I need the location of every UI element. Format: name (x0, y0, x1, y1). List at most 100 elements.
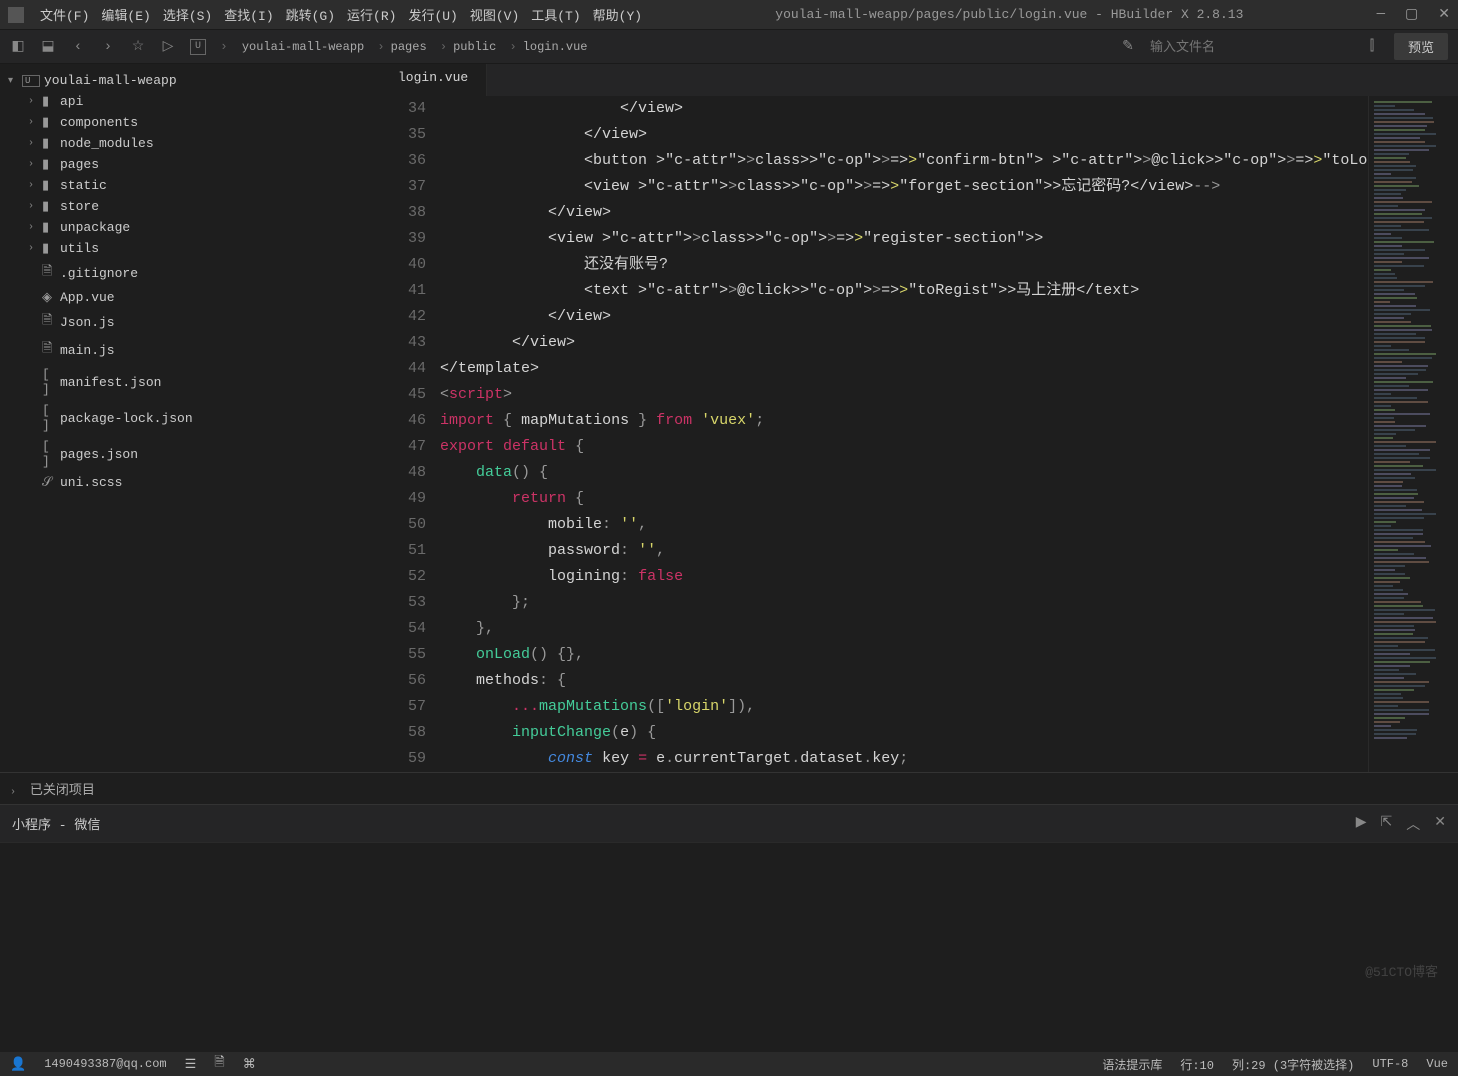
minimap[interactable] (1368, 96, 1458, 772)
console-title: 小程序 - 微信 (12, 814, 1356, 833)
closed-projects-section[interactable]: › 已关闭项目 (0, 772, 1458, 804)
menu-run[interactable]: 运行(R) (347, 5, 396, 24)
status-bar: 👤 1490493387@qq.com ☰ 🗎 ⌘ 语法提示库 行:10 列:2… (0, 1052, 1458, 1076)
folder-store[interactable]: ›▮store (0, 196, 380, 217)
filter-icon[interactable]: ⫿ (1364, 39, 1380, 55)
title-bar: 文件(F) 编辑(E) 选择(S) 查找(I) 跳转(G) 运行(R) 发行(U… (0, 0, 1458, 30)
menu-find[interactable]: 查找(I) (224, 5, 273, 24)
file-uni-scss[interactable]: 𝒮uni.scss (0, 472, 380, 493)
console-header: 小程序 - 微信 ▶ ⇱ ︿ ✕ (0, 804, 1458, 842)
maximize-icon[interactable]: ▢ (1405, 6, 1418, 23)
menu-edit[interactable]: 编辑(E) (101, 5, 150, 24)
terminal-icon[interactable]: ⌘ (243, 1057, 256, 1072)
export-icon[interactable]: ⇱ (1381, 814, 1393, 834)
folder-unpackage[interactable]: ›▮unpackage (0, 217, 380, 238)
folder-icon: ▮ (42, 136, 60, 151)
folder-icon: ▮ (42, 178, 60, 193)
close-icon[interactable]: ✕ (1438, 6, 1450, 23)
crumb-public[interactable]: public (453, 40, 517, 54)
toolbar: ◧ ⬓ ‹ › ☆ ▷ U › youlai-mall-weapp pages … (0, 30, 1458, 64)
encoding[interactable]: UTF-8 (1372, 1057, 1408, 1071)
cursor-col[interactable]: 列:29 (3字符被选择) (1232, 1056, 1354, 1073)
new-file-icon[interactable]: ✎ (1120, 39, 1136, 55)
nav-back-icon[interactable]: ‹ (70, 39, 86, 55)
js-icon: 🗎 (42, 339, 60, 361)
watermark: @51CTO博客 (1365, 961, 1438, 980)
folder-static[interactable]: ›▮static (0, 175, 380, 196)
vue-icon: ◈ (42, 290, 60, 305)
file-app-vue[interactable]: ◈App.vue (0, 287, 380, 308)
window-title: youlai-mall-weapp/pages/public/login.vue… (642, 7, 1377, 22)
doc-icon[interactable]: 🗎 (214, 1053, 224, 1075)
json-icon: [ ] (42, 403, 60, 433)
chevron-right-icon: › (10, 787, 16, 798)
language[interactable]: Vue (1426, 1057, 1448, 1071)
folder-pages[interactable]: ›▮pages (0, 154, 380, 175)
panel-bottom-icon[interactable]: ⬓ (40, 39, 56, 55)
user-email[interactable]: 1490493387@qq.com (44, 1057, 166, 1071)
folder-icon: ▮ (42, 199, 60, 214)
folder-utils[interactable]: ›▮utils (0, 238, 380, 259)
project-icon: U (22, 75, 40, 87)
code-content[interactable]: </view> </view> <button >"c-attr">>class… (440, 96, 1368, 772)
crumb-project[interactable]: youlai-mall-weapp (242, 40, 385, 54)
editor-area: login.vue 343536373839404142434445464748… (380, 64, 1458, 772)
file-pages-json[interactable]: [ ]pages.json (0, 436, 380, 472)
file-search-input[interactable] (1150, 39, 1350, 54)
play-icon[interactable]: ▷ (160, 39, 176, 55)
editor-tabs: login.vue (380, 64, 1458, 96)
file-main-js[interactable]: 🗎main.js (0, 336, 380, 364)
preview-button[interactable]: 预览 (1394, 33, 1448, 60)
console-body[interactable] (0, 842, 1458, 1052)
chevron-down-icon: ▾ (8, 75, 22, 87)
file-manifest-json[interactable]: [ ]manifest.json (0, 364, 380, 400)
line-gutter: 3435363738394041424344454647484950515253… (380, 96, 440, 772)
minimize-icon[interactable]: — (1377, 6, 1385, 23)
user-icon[interactable]: 👤 (10, 1057, 26, 1072)
crumb-file[interactable]: login.vue (523, 40, 594, 54)
folder-node-modules[interactable]: ›▮node_modules (0, 133, 380, 154)
menu-file[interactable]: 文件(F) (40, 5, 89, 24)
menu-view[interactable]: 视图(V) (470, 5, 519, 24)
menu-select[interactable]: 选择(S) (163, 5, 212, 24)
star-icon[interactable]: ☆ (130, 39, 146, 55)
app-icon (8, 7, 24, 23)
project-root[interactable]: ▾ U youlai-mall-weapp (0, 70, 380, 91)
file-icon: 🗎 (42, 262, 60, 284)
js-icon: 🗎 (42, 311, 60, 333)
project-name: youlai-mall-weapp (44, 73, 177, 88)
folder-icon: ▮ (42, 94, 60, 109)
breadcrumb[interactable]: youlai-mall-weapp pages public login.vue (242, 40, 594, 54)
nav-forward-icon[interactable]: › (100, 39, 116, 55)
json-icon: [ ] (42, 439, 60, 469)
main-area: ▾ U youlai-mall-weapp ›▮api ›▮components… (0, 64, 1458, 772)
menu-goto[interactable]: 跳转(G) (286, 5, 335, 24)
panel-left-icon[interactable]: ◧ (10, 39, 26, 55)
menu-publish[interactable]: 发行(U) (408, 5, 457, 24)
collapse-icon[interactable]: ︿ (1406, 814, 1420, 834)
scss-icon: 𝒮 (42, 475, 60, 490)
cursor-line[interactable]: 行:10 (1180, 1056, 1214, 1073)
folder-icon: ▮ (42, 241, 60, 256)
folder-api[interactable]: ›▮api (0, 91, 380, 112)
file-package-lock[interactable]: [ ]package-lock.json (0, 400, 380, 436)
play-icon[interactable]: ▶ (1356, 814, 1367, 834)
folder-icon: ▮ (42, 115, 60, 130)
menu-help[interactable]: 帮助(Y) (593, 5, 642, 24)
folder-icon: ▮ (42, 157, 60, 172)
close-panel-icon[interactable]: ✕ (1434, 814, 1446, 834)
crumb-pages[interactable]: pages (391, 40, 447, 54)
file-json-js[interactable]: 🗎Json.js (0, 308, 380, 336)
project-explorer[interactable]: ▾ U youlai-mall-weapp ›▮api ›▮components… (0, 64, 380, 772)
folder-components[interactable]: ›▮components (0, 112, 380, 133)
tab-login-vue[interactable]: login.vue (380, 64, 487, 96)
indent-icon[interactable]: ☰ (185, 1057, 197, 1072)
code-editor[interactable]: 3435363738394041424344454647484950515253… (380, 96, 1458, 772)
project-icon[interactable]: U (190, 39, 206, 55)
menu-bar: 文件(F) 编辑(E) 选择(S) 查找(I) 跳转(G) 运行(R) 发行(U… (40, 5, 642, 24)
file-gitignore[interactable]: 🗎.gitignore (0, 259, 380, 287)
syntax-hint[interactable]: 语法提示库 (1102, 1056, 1162, 1073)
window-controls: — ▢ ✕ (1377, 6, 1450, 23)
menu-tools[interactable]: 工具(T) (531, 5, 580, 24)
folder-icon: ▮ (42, 220, 60, 235)
